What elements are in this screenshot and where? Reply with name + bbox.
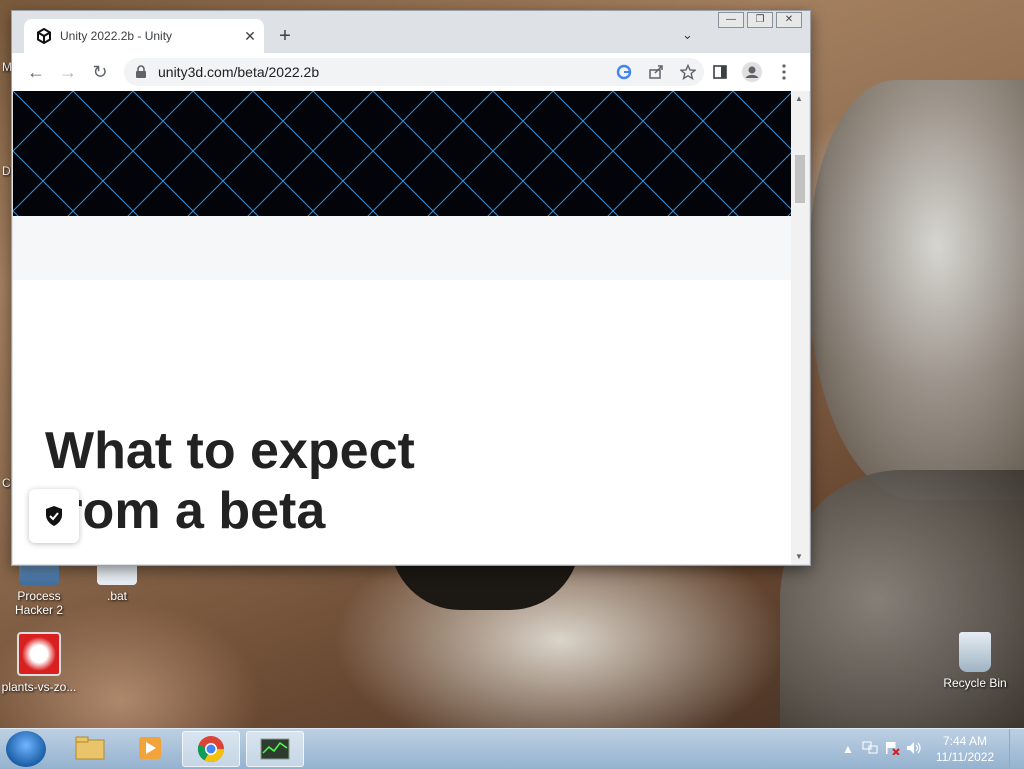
page-scrollbar[interactable]: ▲ ▼ (791, 91, 809, 564)
desktop-icon-label: Recycle Bin (943, 676, 1007, 690)
clock-time: 7:44 AM (942, 734, 988, 748)
browser-toolbar: ← → ↻ unity3d.com/beta/2022.2b (12, 53, 810, 91)
folder-icon (75, 736, 105, 760)
tab-search-button[interactable]: ⌄ (682, 27, 693, 43)
plants-vs-zombies-icon (17, 632, 61, 676)
minimize-button[interactable]: — (718, 12, 744, 28)
close-window-button[interactable]: ✕ (776, 12, 802, 28)
taskbar-file-explorer[interactable] (62, 731, 118, 765)
desktop-icon-plants-vs-zombies[interactable]: plants-vs-zo... (1, 632, 77, 694)
tab-close-icon[interactable]: ✕ (240, 28, 260, 45)
scroll-up-arrow-icon[interactable]: ▲ (795, 94, 803, 103)
privacy-shield-button[interactable] (29, 489, 79, 543)
page-viewport: What to expect from a beta (13, 91, 791, 564)
clock-date: 11/11/2022 (935, 750, 995, 764)
recycle-bin-icon (959, 632, 991, 672)
desktop-icon-label: plants-vs-zo... (1, 680, 77, 694)
desktop-edge-label: D (2, 164, 11, 178)
menu-kebab-icon[interactable] (772, 60, 796, 84)
taskbar: ▲ 7:44 AM 11/11/2022 (0, 728, 1024, 769)
media-player-icon (139, 737, 161, 759)
address-bar[interactable]: unity3d.com/beta/2022.2b (124, 58, 704, 86)
system-tray: ▲ 7:44 AM 11/11/2022 (837, 729, 1024, 769)
volume-icon[interactable] (903, 741, 925, 758)
desktop-icon-recycle-bin[interactable]: Recycle Bin (937, 632, 1013, 690)
browser-window: — ❐ ✕ Unity 2022.2b - Unity ✕ + ⌄ ← → ↻ … (11, 10, 811, 566)
new-tab-button[interactable]: + (274, 25, 296, 47)
browser-tab[interactable]: Unity 2022.2b - Unity ✕ (24, 19, 264, 53)
taskbar-task-manager[interactable] (246, 731, 304, 767)
scrollbar-thumb[interactable] (795, 155, 805, 203)
unity-logo-icon (37, 28, 51, 44)
action-center-flag-icon[interactable] (881, 741, 903, 758)
url-text[interactable]: unity3d.com/beta/2022.2b (158, 64, 608, 80)
wallpaper-koala-body (780, 470, 1024, 730)
profile-avatar-icon[interactable] (740, 60, 764, 84)
network-icon[interactable] (859, 741, 881, 758)
grid-pattern-graphic (13, 91, 791, 216)
taskbar-chrome[interactable] (182, 731, 240, 767)
chrome-icon (197, 736, 225, 763)
page-section-band (13, 216, 791, 280)
start-button[interactable] (6, 731, 46, 767)
task-manager-icon (260, 738, 290, 760)
scroll-down-arrow-icon[interactable]: ▼ (795, 552, 803, 561)
side-panel-icon[interactable] (708, 60, 732, 84)
hero-banner-grid (13, 91, 791, 216)
lock-icon (136, 65, 146, 78)
desktop-edge-label: C (2, 476, 11, 490)
wallpaper-koala-fur (810, 80, 1024, 500)
tray-expand-icon[interactable]: ▲ (837, 742, 859, 756)
desktop-icon-label: .bat (106, 589, 127, 603)
taskbar-clock[interactable]: 7:44 AM 11/11/2022 (925, 733, 1005, 765)
show-desktop-button[interactable] (1009, 729, 1024, 769)
back-button[interactable]: ← (24, 60, 48, 84)
tab-title: Unity 2022.2b - Unity (60, 29, 173, 43)
section-heading: What to expect from a beta (45, 422, 415, 540)
shield-check-icon (46, 506, 62, 526)
share-icon[interactable] (640, 58, 672, 86)
google-translate-icon[interactable] (608, 58, 640, 86)
desktop-icon-label: Process Hacker 2 (14, 589, 64, 617)
taskbar-media-player[interactable] (122, 731, 178, 765)
bookmark-star-icon[interactable] (672, 58, 704, 86)
reload-button[interactable]: ↻ (88, 60, 112, 84)
restore-button[interactable]: ❐ (747, 12, 773, 28)
window-controls: — ❐ ✕ (718, 12, 802, 28)
forward-button[interactable]: → (56, 60, 80, 84)
